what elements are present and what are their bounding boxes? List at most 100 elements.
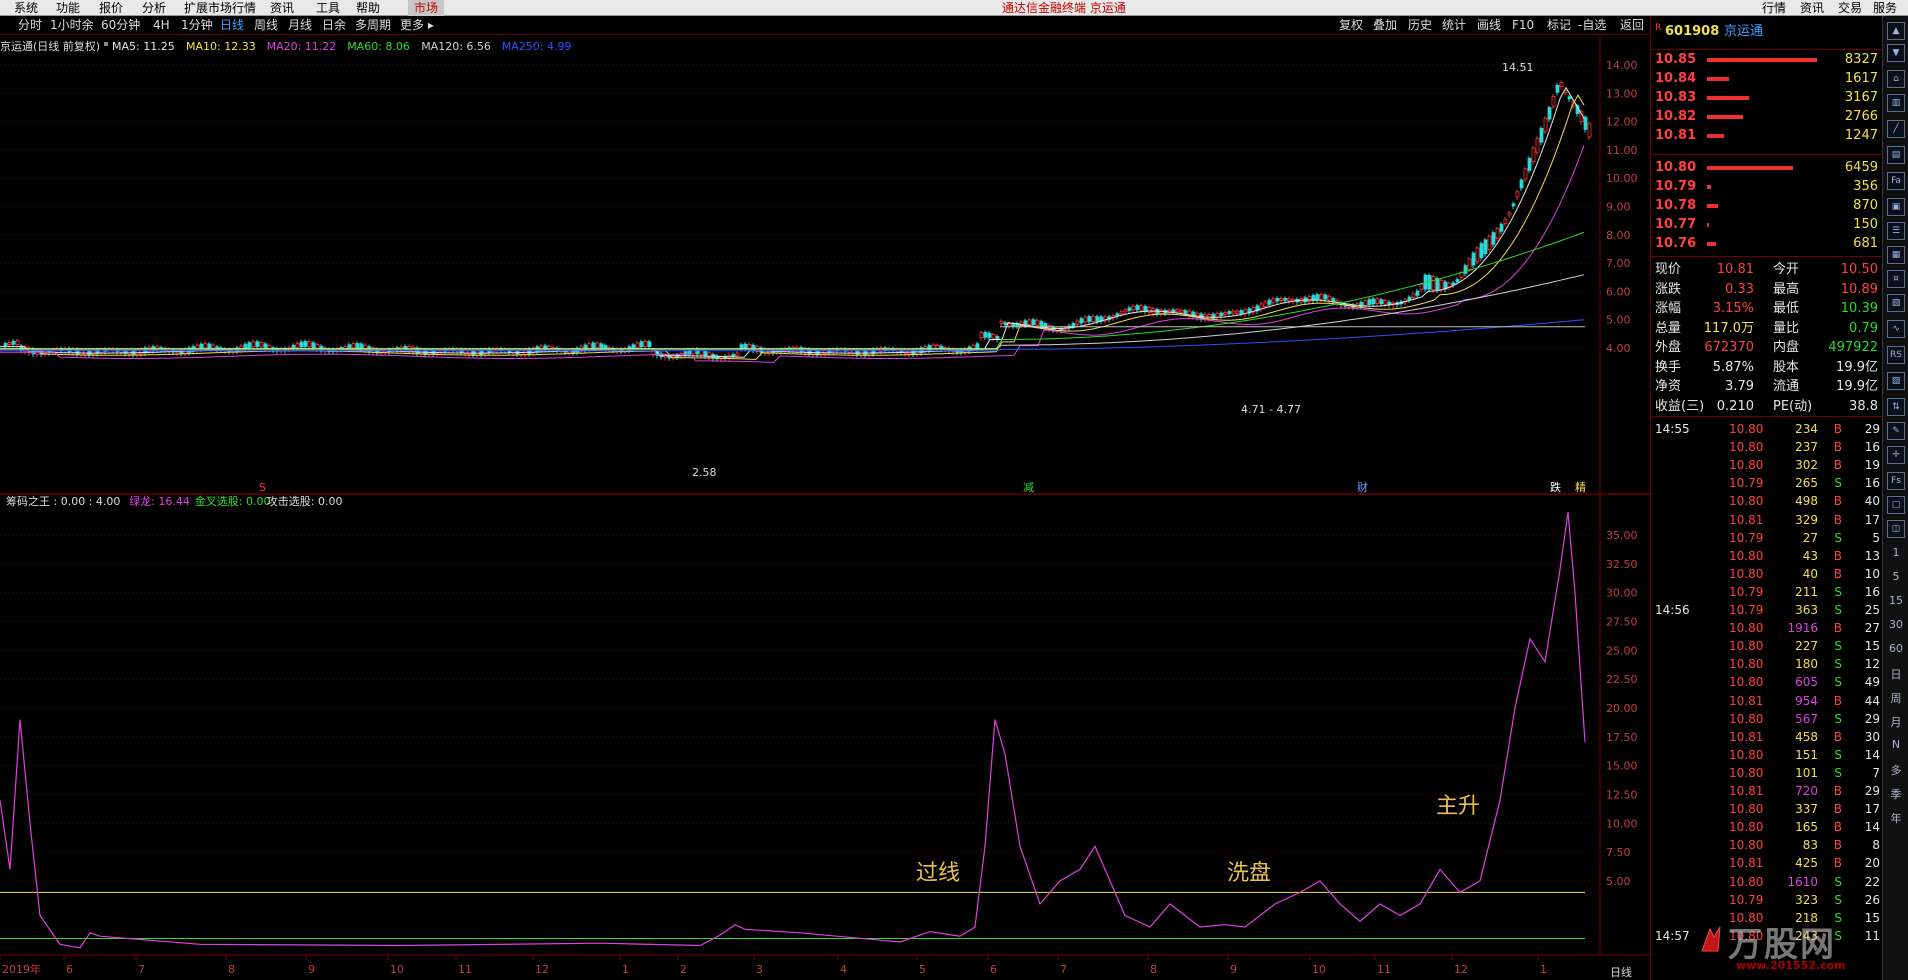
candle bbox=[1175, 309, 1180, 313]
tick-price: 10.80 bbox=[1729, 711, 1764, 726]
period-weekly[interactable]: 周线 bbox=[254, 17, 278, 34]
bid-price[interactable]: 10.80 bbox=[1655, 158, 1696, 177]
pen-icon[interactable]: ✎ bbox=[1887, 422, 1905, 440]
period-shortcut[interactable]: N bbox=[1885, 738, 1907, 751]
menu-tools[interactable]: 工具 bbox=[316, 0, 340, 16]
toolbar-mark[interactable]: 标记 bbox=[1547, 17, 1571, 34]
crosshair-icon[interactable]: ✛ bbox=[1887, 446, 1905, 464]
doc-icon[interactable]: ▣ bbox=[1887, 198, 1905, 216]
toolbar-f10[interactable]: F10 bbox=[1512, 17, 1534, 34]
ask-price[interactable]: 10.82 bbox=[1655, 107, 1696, 126]
compare-icon[interactable]: ⇅ bbox=[1887, 398, 1905, 416]
event-mark-fine[interactable]: 精 bbox=[1575, 481, 1586, 494]
menu-function[interactable]: 功能 bbox=[56, 0, 80, 16]
tick-side: B bbox=[1833, 729, 1842, 744]
chart-icon[interactable]: ⌂ bbox=[1887, 70, 1905, 88]
period-dayrest[interactable]: 日余 bbox=[322, 17, 346, 34]
menu-analysis[interactable]: 分析 bbox=[142, 0, 166, 16]
toolbar-history[interactable]: 历史 bbox=[1408, 17, 1432, 34]
menu-right-news[interactable]: 资讯 bbox=[1800, 0, 1824, 16]
x-tick-label: 1 bbox=[622, 963, 629, 976]
period-shortcut[interactable]: 30 bbox=[1885, 618, 1907, 631]
toolbar-draw[interactable]: 画线 bbox=[1477, 17, 1501, 34]
ask-price[interactable]: 10.81 bbox=[1655, 126, 1696, 145]
table-icon[interactable]: ▤ bbox=[1887, 146, 1905, 164]
grid-icon[interactable]: ▦ bbox=[1887, 246, 1905, 264]
menu-system[interactable]: 系统 bbox=[14, 0, 38, 16]
period-shortcut[interactable]: 5 bbox=[1885, 570, 1907, 583]
toolbar-stats[interactable]: 统计 bbox=[1442, 17, 1466, 34]
period-shortcut[interactable]: 15 bbox=[1885, 594, 1907, 607]
split-icon[interactable]: ◫ bbox=[1887, 520, 1905, 538]
tick-side: B bbox=[1833, 422, 1842, 436]
period-timeshare[interactable]: 分时 bbox=[18, 17, 42, 34]
toolbar-restore-right[interactable]: 复权 bbox=[1339, 17, 1363, 34]
indicator-y-tick: 15.00 bbox=[1606, 760, 1638, 773]
menu-ext-market[interactable]: 扩展市场行情 bbox=[184, 0, 256, 16]
period-shortcut[interactable]: 月 bbox=[1885, 714, 1907, 730]
period-shortcut[interactable]: 1 bbox=[1885, 546, 1907, 559]
period-4h[interactable]: 4H bbox=[153, 17, 170, 34]
bid-price[interactable]: 10.79 bbox=[1655, 177, 1696, 196]
event-mark-drop[interactable]: 跌 bbox=[1550, 480, 1561, 494]
bid-price[interactable]: 10.77 bbox=[1655, 215, 1696, 234]
period-more[interactable]: 更多 ▸ bbox=[400, 17, 434, 34]
period-1h[interactable]: 1小时余 bbox=[50, 17, 94, 34]
indicator-y-tick: 35.00 bbox=[1606, 529, 1638, 542]
candle bbox=[1135, 305, 1140, 311]
menu-right-quote[interactable]: 行情 bbox=[1762, 0, 1786, 16]
period-shortcut[interactable]: 多 bbox=[1885, 762, 1907, 778]
chart-area[interactable]: 14.0013.0012.0011.0010.009.008.007.006.0… bbox=[0, 35, 1650, 980]
menu-right-service[interactable]: 服务 bbox=[1873, 0, 1897, 16]
period-daily[interactable]: 日线 bbox=[220, 17, 244, 34]
indicator-legend-item: 金叉选股: 0.00 bbox=[195, 494, 271, 508]
rsi-icon[interactable]: RS bbox=[1887, 346, 1905, 364]
menu-market[interactable]: 市场 bbox=[408, 0, 445, 16]
period-shortcut[interactable]: 年 bbox=[1885, 810, 1907, 826]
menu-news[interactable]: 资讯 bbox=[270, 0, 294, 16]
toolbar-watchlist[interactable]: -自选 bbox=[1578, 17, 1606, 34]
index-icon[interactable]: ▨ bbox=[1887, 372, 1905, 390]
layout-icon[interactable]: ▧ bbox=[1887, 294, 1905, 312]
candle bbox=[1507, 212, 1512, 216]
period-shortcut[interactable]: 60 bbox=[1885, 642, 1907, 655]
period-1m[interactable]: 1分钟 bbox=[181, 17, 213, 34]
bid-price[interactable]: 10.76 bbox=[1655, 234, 1696, 253]
bid-price[interactable]: 10.78 bbox=[1655, 196, 1696, 215]
fa-icon[interactable]: Fa bbox=[1887, 172, 1905, 190]
arrow-down-icon[interactable]: ▼ bbox=[1887, 44, 1905, 62]
ask-price[interactable]: 10.84 bbox=[1655, 69, 1696, 88]
toolbar-back[interactable]: 返回 bbox=[1620, 17, 1644, 34]
x-tick-label: 10 bbox=[1312, 963, 1326, 976]
box-icon[interactable]: □ bbox=[1887, 496, 1905, 514]
wave-icon[interactable]: ∿ bbox=[1887, 320, 1905, 338]
event-mark-s[interactable]: S bbox=[259, 481, 266, 494]
stock-name[interactable]: 京运通 bbox=[1724, 21, 1763, 43]
menu-help[interactable]: 帮助 bbox=[356, 0, 380, 16]
ask-volume: 8327 bbox=[1844, 52, 1878, 67]
list-icon[interactable]: ☰ bbox=[1887, 222, 1905, 240]
menu-quote[interactable]: 报价 bbox=[99, 0, 123, 16]
candle bbox=[1527, 157, 1532, 171]
period-60m[interactable]: 60分钟 bbox=[101, 17, 140, 34]
period-multi[interactable]: 多周期 bbox=[355, 17, 391, 34]
x-tick-label: 2 bbox=[680, 963, 687, 976]
menu-right-trade[interactable]: 交易 bbox=[1838, 0, 1862, 16]
kline-icon[interactable]: ▥ bbox=[1887, 94, 1905, 112]
toolbar-overlay[interactable]: 叠加 bbox=[1373, 17, 1397, 34]
capital-icon[interactable]: ¤ bbox=[1887, 270, 1905, 288]
ask-price[interactable]: 10.83 bbox=[1655, 88, 1696, 107]
quote-label: 量比 bbox=[1773, 320, 1800, 336]
trend-icon[interactable]: ╱ bbox=[1887, 120, 1905, 138]
period-monthly[interactable]: 月线 bbox=[288, 17, 312, 34]
arrow-up-icon[interactable]: ▲ bbox=[1887, 22, 1905, 40]
period-shortcut[interactable]: 日 bbox=[1885, 666, 1907, 682]
candle bbox=[291, 344, 296, 349]
ask-price[interactable]: 10.85 bbox=[1655, 50, 1696, 69]
period-shortcut[interactable]: 周 bbox=[1885, 690, 1907, 706]
fs-icon[interactable]: Fs bbox=[1887, 472, 1905, 490]
candle bbox=[1235, 310, 1240, 314]
event-mark-finance[interactable]: 财 bbox=[1357, 480, 1368, 494]
event-mark-reduce[interactable]: 减 bbox=[1023, 481, 1034, 494]
period-shortcut[interactable]: 季 bbox=[1885, 786, 1907, 802]
